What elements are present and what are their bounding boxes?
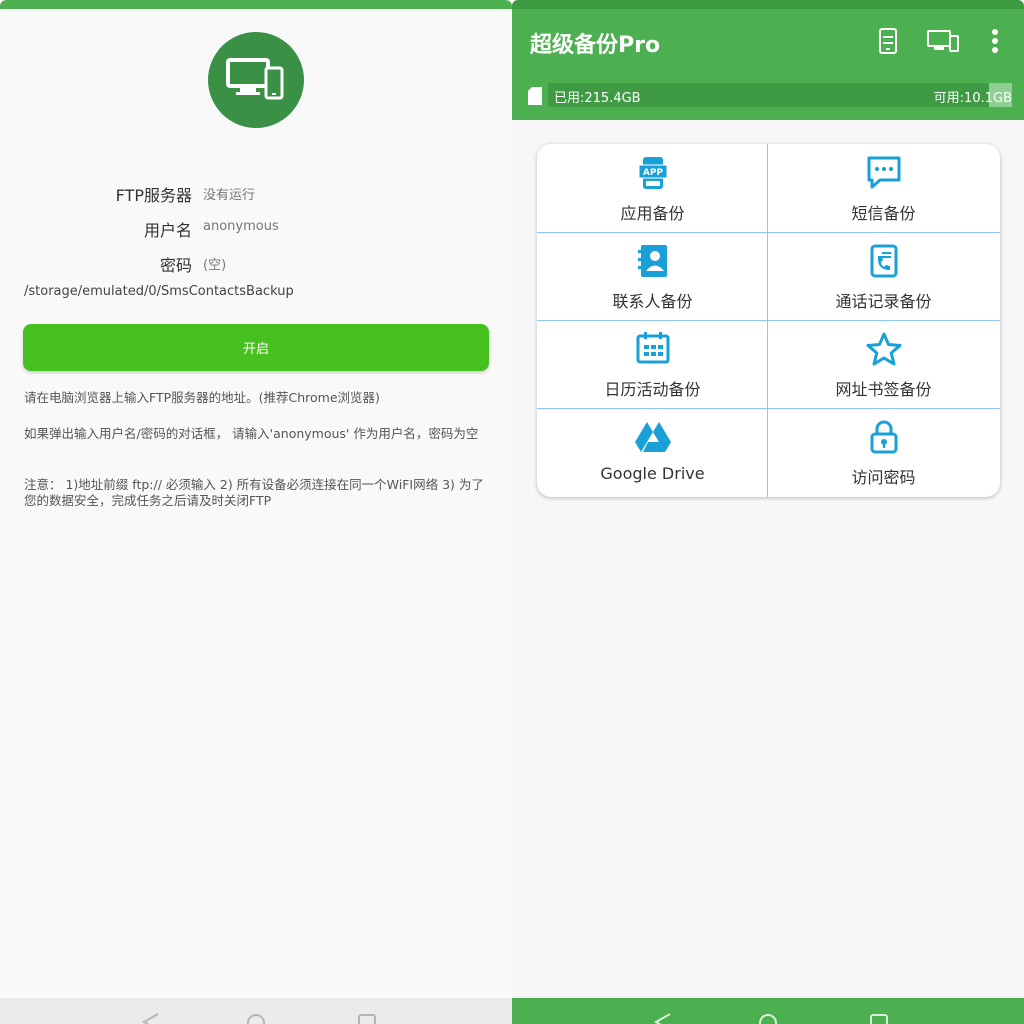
username-value: anonymous: [203, 219, 279, 234]
ftp-server-row: FTP服务器 没有运行: [0, 180, 512, 205]
sd-card-icon: [528, 87, 542, 105]
recents-icon[interactable]: [357, 1012, 377, 1024]
hint-notice: 注意： 1)地址前缀 ftp:// 必须输入 2) 所有设备必须连接在同一个Wi…: [24, 477, 484, 508]
menu-label: 通话记录备份: [835, 292, 932, 311]
calendar-icon: [636, 332, 669, 364]
navigation-bar: [512, 998, 1024, 1024]
app-title: 超级备份Pro: [530, 33, 661, 58]
menu-app-backup[interactable]: APP 应用备份: [537, 144, 768, 232]
storage-free: 可用:10.1GB: [933, 91, 1012, 106]
home-icon[interactable]: [245, 1012, 267, 1024]
menu-label: Google Drive: [600, 464, 705, 483]
ftp-server-status: 没有运行: [203, 188, 256, 203]
back-icon[interactable]: [652, 1012, 672, 1024]
menu-call-log-backup[interactable]: 通话记录备份: [768, 232, 999, 320]
phone-icon[interactable]: [878, 28, 898, 54]
menu-label: 短信备份: [851, 204, 916, 223]
lock-icon: [870, 420, 897, 454]
backup-path: /storage/emulated/0/SmsContactsBackup: [24, 284, 294, 299]
contacts-icon: [637, 245, 667, 277]
password-row: 密码 (空): [0, 250, 512, 275]
password-value: (空): [203, 258, 227, 273]
home-icon[interactable]: [757, 1012, 779, 1024]
menu-bookmarks-backup[interactable]: 网址书签备份: [768, 320, 999, 408]
more-vert-icon[interactable]: [990, 28, 1000, 54]
ftp-server-label: FTP服务器: [115, 186, 192, 205]
app-bar: 超级备份Pro 已用:215.4GB 可用:10.1GB: [512, 0, 1024, 120]
ftp-devices-logo: [208, 32, 304, 128]
main-screen: 超级备份Pro 已用:215.4GB 可用:10.1GB APP 应用备份 短信…: [512, 0, 1024, 1024]
app-icon: APP: [638, 157, 667, 189]
devices-icon: [226, 58, 284, 100]
menu-google-drive[interactable]: Google Drive: [537, 408, 768, 496]
menu-label: 联系人备份: [612, 292, 693, 311]
sms-icon: [867, 156, 900, 189]
ftp-screen: FTP服务器 没有运行 用户名 anonymous 密码 (空) /storag…: [0, 0, 512, 1024]
back-icon[interactable]: [140, 1012, 160, 1024]
svg-text:APP: APP: [642, 168, 663, 178]
menu-access-password[interactable]: 访问密码: [768, 408, 999, 496]
menu-contacts-backup[interactable]: 联系人备份: [537, 232, 768, 320]
username-label: 用户名: [143, 221, 192, 240]
status-bar: [0, 0, 512, 9]
status-bar: [512, 0, 1024, 9]
backup-menu-grid: APP 应用备份 短信备份 联系人备份 通话记录备份 日历活动备份 网址书签备份…: [537, 144, 1000, 497]
menu-label: 日历活动备份: [604, 380, 701, 399]
storage-used: 已用:215.4GB: [554, 91, 641, 106]
navigation-bar: [0, 998, 512, 1024]
hint-credentials: 如果弹出输入用户名/密码的对话框， 请输入'anonymous' 作为用户名，密…: [24, 426, 479, 441]
google-drive-icon: [634, 422, 671, 452]
star-icon: [866, 332, 901, 366]
menu-label: 访问密码: [851, 468, 916, 487]
menu-calendar-backup[interactable]: 日历活动备份: [537, 320, 768, 408]
password-label: 密码: [159, 256, 192, 275]
call-log-icon: [870, 244, 897, 278]
devices-icon[interactable]: [926, 28, 960, 54]
menu-label: 网址书签备份: [835, 380, 932, 399]
storage-bar: 已用:215.4GB 可用:10.1GB: [512, 83, 1024, 107]
menu-sms-backup[interactable]: 短信备份: [768, 144, 999, 232]
menu-label: 应用备份: [620, 204, 685, 223]
recents-icon[interactable]: [869, 1012, 889, 1024]
username-row: 用户名 anonymous: [0, 215, 512, 240]
start-ftp-button[interactable]: 开启: [23, 324, 489, 371]
hint-browser: 请在电脑浏览器上输入FTP服务器的地址。(推荐Chrome浏览器): [24, 390, 380, 405]
